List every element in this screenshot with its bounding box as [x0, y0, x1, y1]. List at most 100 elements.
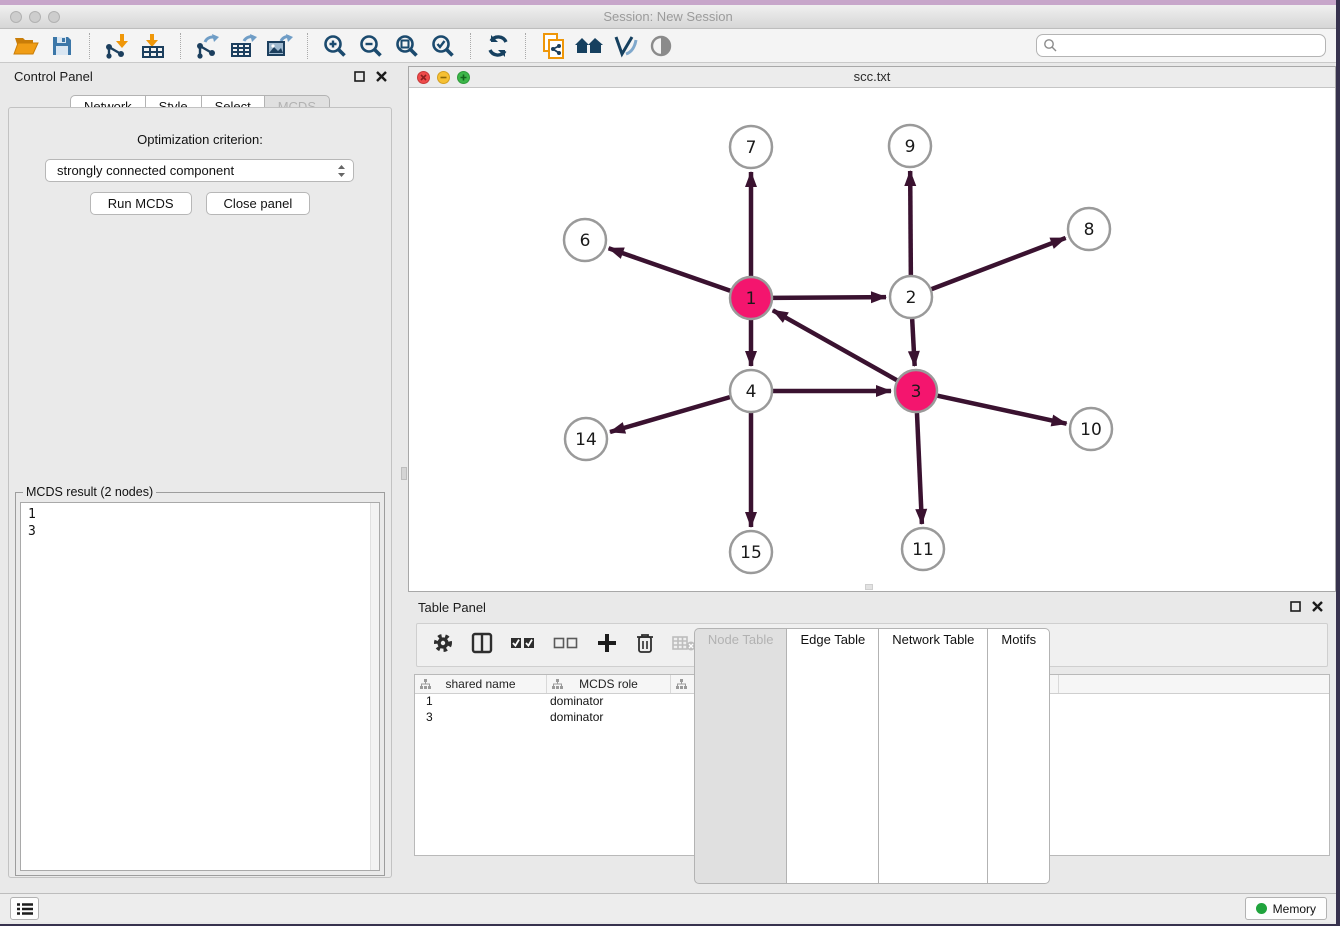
table-panel: Table Panel: [408, 596, 1336, 888]
application-window: Session: New Session: [0, 0, 1336, 924]
export-table-icon[interactable]: [226, 31, 262, 61]
network-window-titlebar[interactable]: scc.txt: [409, 67, 1335, 88]
svg-text:3: 3: [911, 382, 922, 402]
close-window-icon[interactable]: [10, 11, 22, 23]
svg-text:15: 15: [740, 543, 762, 563]
edge-2-3[interactable]: [912, 319, 915, 366]
node-14[interactable]: 14: [565, 418, 607, 460]
network-minimize-icon[interactable]: [437, 71, 450, 84]
memory-button[interactable]: Memory: [1245, 897, 1327, 920]
show-hide-icon[interactable]: [643, 31, 679, 61]
result-line: 3: [28, 523, 379, 540]
run-mcds-button[interactable]: Run MCDS: [90, 192, 192, 215]
apply-layout-icon[interactable]: [480, 31, 516, 61]
edge-1-6[interactable]: [609, 248, 731, 290]
canvas-resize-grip[interactable]: [865, 584, 873, 590]
node-4[interactable]: 4: [730, 370, 772, 412]
search-input[interactable]: [1058, 39, 1319, 53]
main-toolbar: [0, 29, 1336, 63]
close-panel-button[interactable]: Close panel: [206, 192, 311, 215]
network-title: scc.txt: [409, 67, 1335, 87]
node-11[interactable]: 11: [902, 528, 944, 570]
panel-splitter[interactable]: [400, 63, 408, 893]
import-table-icon[interactable]: [135, 31, 171, 61]
edge-2-9[interactable]: [910, 171, 911, 275]
mcds-tab-content: Optimization criterion: strongly connect…: [8, 107, 392, 878]
first-neighbors-icon[interactable]: [571, 31, 607, 61]
window-title: Session: New Session: [0, 5, 1336, 28]
node-8[interactable]: 8: [1068, 208, 1110, 250]
node-15[interactable]: 15: [730, 531, 772, 573]
zoom-in-icon[interactable]: [317, 31, 353, 61]
node-9[interactable]: 9: [889, 125, 931, 167]
titlebar: Session: New Session: [0, 5, 1336, 29]
mcds-result-textarea[interactable]: 13: [20, 502, 380, 871]
node-7[interactable]: 7: [730, 126, 772, 168]
result-scrollbar[interactable]: [370, 503, 379, 870]
mcds-result-group: MCDS result (2 nodes) 13: [15, 492, 385, 876]
zoom-out-icon[interactable]: [353, 31, 389, 61]
svg-text:2: 2: [906, 288, 917, 308]
mcds-result-title: MCDS result (2 nodes): [23, 485, 156, 499]
import-network-icon[interactable]: [99, 31, 135, 61]
node-2[interactable]: 2: [890, 276, 932, 318]
node-3[interactable]: 3: [895, 370, 937, 412]
edge-4-14[interactable]: [610, 397, 730, 432]
svg-text:9: 9: [905, 137, 916, 157]
svg-text:8: 8: [1084, 220, 1095, 240]
criterion-dropdown[interactable]: strongly connected component: [45, 159, 354, 182]
node-6[interactable]: 6: [564, 219, 606, 261]
float-panel-icon[interactable]: [353, 70, 366, 83]
network-canvas[interactable]: 1 2 3 4 6 7 8 9 10 11 14 15: [409, 88, 1335, 591]
annotations-icon[interactable]: [607, 31, 643, 61]
svg-text:10: 10: [1080, 420, 1102, 440]
tab-network-table[interactable]: Network Table: [878, 628, 988, 884]
export-image-icon[interactable]: [262, 31, 298, 61]
svg-text:7: 7: [746, 138, 757, 158]
tab-node-table[interactable]: Node Table: [694, 628, 788, 884]
minimize-window-icon[interactable]: [29, 11, 41, 23]
open-session-icon[interactable]: [8, 31, 44, 61]
optimization-criterion-label: Optimization criterion:: [9, 132, 391, 147]
edge-2-8[interactable]: [932, 238, 1066, 289]
export-network-icon[interactable]: [190, 31, 226, 61]
svg-text:1: 1: [746, 289, 757, 309]
zoom-fit-icon[interactable]: [389, 31, 425, 61]
list-icon: [17, 902, 33, 916]
table-panel-title: Table Panel: [418, 600, 486, 615]
memory-label: Memory: [1273, 902, 1316, 916]
search-box[interactable]: [1036, 34, 1326, 57]
criterion-value: strongly connected component: [57, 163, 234, 178]
task-history-button[interactable]: [10, 897, 39, 920]
zoom-selected-icon[interactable]: [425, 31, 461, 61]
status-bar: Memory: [0, 893, 1336, 922]
maximize-window-icon[interactable]: [48, 11, 60, 23]
table-tabs: Node TableEdge TableNetwork TableMotifs: [408, 628, 1336, 884]
node-1[interactable]: 1: [730, 277, 772, 319]
control-panel: Control Panel NetworkStyleSelectMCDS Opt…: [0, 63, 400, 893]
memory-status-icon: [1256, 903, 1267, 914]
result-line: 1: [28, 506, 379, 523]
svg-text:11: 11: [912, 540, 934, 560]
tab-motifs[interactable]: Motifs: [987, 628, 1050, 884]
node-10[interactable]: 10: [1070, 408, 1112, 450]
edge-3-10[interactable]: [937, 396, 1066, 424]
close-table-panel-icon[interactable]: [1311, 600, 1324, 613]
edge-1-2[interactable]: [773, 297, 886, 298]
network-close-icon[interactable]: [417, 71, 430, 84]
close-panel-icon[interactable]: [375, 70, 388, 83]
dropdown-stepper-icon: [336, 163, 347, 185]
control-panel-title: Control Panel: [14, 69, 93, 84]
edge-3-11[interactable]: [917, 413, 922, 524]
float-table-panel-icon[interactable]: [1289, 600, 1302, 613]
network-maximize-icon[interactable]: [457, 71, 470, 84]
new-network-from-selection-icon[interactable]: [535, 31, 571, 61]
edge-3-1[interactable]: [773, 310, 897, 380]
svg-text:4: 4: [746, 382, 757, 402]
svg-text:6: 6: [580, 231, 591, 251]
network-view-window: scc.txt 1 2 3 4 6 7 8 9 10 11 14 15: [408, 66, 1336, 592]
search-icon: [1043, 38, 1058, 53]
svg-text:14: 14: [575, 430, 597, 450]
tab-edge-table[interactable]: Edge Table: [786, 628, 879, 884]
save-session-icon[interactable]: [44, 31, 80, 61]
